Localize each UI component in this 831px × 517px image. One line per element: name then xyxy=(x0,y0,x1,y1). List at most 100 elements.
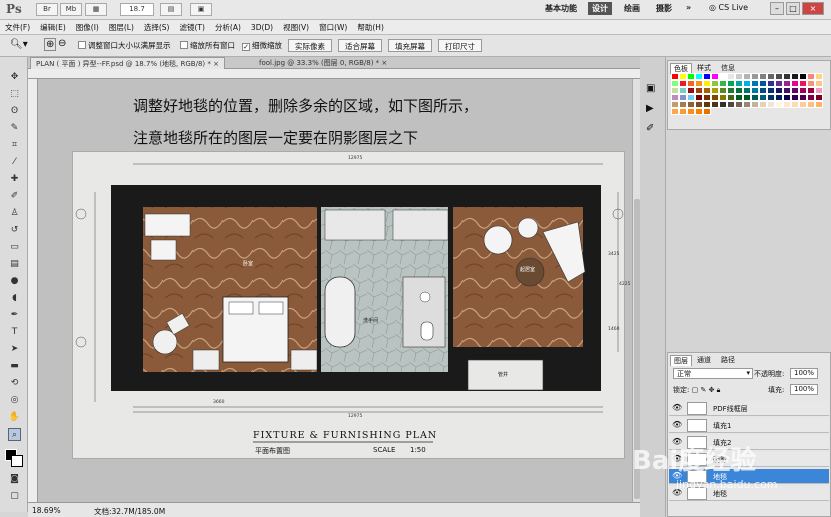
color-swatch[interactable] xyxy=(703,73,711,80)
color-swatch[interactable] xyxy=(783,87,791,94)
move-tool-icon[interactable]: ✥ xyxy=(8,71,21,84)
cs-live-button[interactable]: ◎ CS Live xyxy=(709,3,748,12)
color-swatch[interactable] xyxy=(799,73,807,80)
more-workspaces-icon[interactable]: » xyxy=(686,3,691,12)
color-swatch[interactable] xyxy=(791,73,799,80)
color-swatch[interactable] xyxy=(743,87,751,94)
view-extras-button[interactable]: ▦ xyxy=(85,3,107,16)
eraser-tool-icon[interactable]: ▭ xyxy=(8,241,21,254)
blend-mode-select[interactable]: 正常 ▾ xyxy=(673,368,753,379)
color-swatch[interactable] xyxy=(767,73,775,80)
color-swatch[interactable] xyxy=(783,80,791,87)
color-swatch[interactable] xyxy=(703,108,711,115)
color-swatch[interactable] xyxy=(679,94,687,101)
menu-help[interactable]: 帮助(H) xyxy=(352,20,389,33)
color-swatch[interactable] xyxy=(679,80,687,87)
color-swatch[interactable] xyxy=(695,73,703,80)
color-swatch[interactable] xyxy=(727,94,735,101)
color-swatch[interactable] xyxy=(783,94,791,101)
actual-pixels-button[interactable]: 实际像素 xyxy=(288,39,332,52)
color-swatch[interactable] xyxy=(767,80,775,87)
menu-image[interactable]: 图像(I) xyxy=(71,20,104,33)
color-swatch[interactable] xyxy=(727,73,735,80)
color-swatch[interactable] xyxy=(687,101,695,108)
menu-filter[interactable]: 滤镜(T) xyxy=(175,20,210,33)
color-swatch[interactable] xyxy=(679,87,687,94)
color-swatch[interactable] xyxy=(719,87,727,94)
workspace-painting[interactable]: 绘画 xyxy=(624,3,640,14)
color-swatch[interactable] xyxy=(735,73,743,80)
color-swatch[interactable] xyxy=(815,101,823,108)
print-size-button[interactable]: 打印尺寸 xyxy=(438,39,482,52)
hand-tool-icon[interactable]: ✋ xyxy=(8,411,21,424)
history-panel-icon[interactable]: ▣ xyxy=(646,83,655,94)
color-swatch[interactable] xyxy=(687,80,695,87)
layer-row[interactable]: 👁︎ 填充1 xyxy=(669,418,829,433)
color-swatch[interactable] xyxy=(735,101,743,108)
color-swatch[interactable] xyxy=(791,80,799,87)
color-swatch[interactable] xyxy=(767,101,775,108)
close-tab-icon[interactable]: × xyxy=(213,60,219,68)
menu-analysis[interactable]: 分析(A) xyxy=(210,20,246,33)
screen-mode-button[interactable]: ▣ xyxy=(190,3,212,16)
color-swatch[interactable] xyxy=(703,80,711,87)
color-swatch[interactable] xyxy=(799,87,807,94)
color-swatch[interactable] xyxy=(671,73,679,80)
color-swatch[interactable] xyxy=(743,73,751,80)
color-swatch[interactable] xyxy=(695,108,703,115)
color-swatch[interactable] xyxy=(695,101,703,108)
color-swatch[interactable] xyxy=(759,94,767,101)
blur-tool-icon[interactable]: ● xyxy=(8,275,21,288)
dodge-tool-icon[interactable]: ◖ xyxy=(8,292,21,305)
fill-input[interactable]: 100% xyxy=(790,384,818,395)
color-swatch[interactable] xyxy=(807,101,815,108)
minibridge-button[interactable]: Mb xyxy=(60,3,82,16)
tab-info[interactable]: 信息 xyxy=(718,63,738,73)
actions-panel-icon[interactable]: ▶ xyxy=(646,103,654,114)
quick-select-tool-icon[interactable]: ✎ xyxy=(8,122,21,135)
maximize-icon[interactable]: □ xyxy=(786,2,800,15)
color-swatch[interactable] xyxy=(759,73,767,80)
path-select-tool-icon[interactable]: ➤ xyxy=(8,343,21,356)
workspace-photography[interactable]: 摄影 xyxy=(656,3,672,14)
color-swatch[interactable] xyxy=(719,94,727,101)
color-swatch[interactable] xyxy=(807,73,815,80)
background-color-swatch[interactable] xyxy=(11,455,23,467)
color-swatch[interactable] xyxy=(751,94,759,101)
color-swatch[interactable] xyxy=(743,80,751,87)
color-swatch[interactable] xyxy=(767,94,775,101)
color-swatch[interactable] xyxy=(719,80,727,87)
color-swatch[interactable] xyxy=(751,73,759,80)
color-swatch[interactable] xyxy=(759,87,767,94)
3d-rotate-tool-icon[interactable]: ⟲ xyxy=(8,377,21,390)
color-swatch[interactable] xyxy=(783,101,791,108)
shape-tool-icon[interactable]: ▬ xyxy=(8,360,21,373)
color-swatch[interactable] xyxy=(703,87,711,94)
color-swatch[interactable] xyxy=(783,73,791,80)
color-swatch[interactable] xyxy=(799,101,807,108)
gradient-tool-icon[interactable]: ▤ xyxy=(8,258,21,271)
color-swatch[interactable] xyxy=(815,94,823,101)
zoom-out-icon[interactable]: ⊖ xyxy=(58,38,66,49)
color-swatch[interactable] xyxy=(679,108,687,115)
color-swatch[interactable] xyxy=(807,80,815,87)
color-swatch[interactable] xyxy=(775,101,783,108)
color-swatch[interactable] xyxy=(815,87,823,94)
color-swatch[interactable] xyxy=(759,80,767,87)
color-swatch[interactable] xyxy=(671,87,679,94)
menu-3d[interactable]: 3D(D) xyxy=(246,21,278,32)
color-swatch[interactable] xyxy=(807,87,815,94)
color-swatch[interactable] xyxy=(759,101,767,108)
brush-tool-icon[interactable]: ✐ xyxy=(8,190,21,203)
color-swatch[interactable] xyxy=(711,101,719,108)
color-swatch[interactable] xyxy=(743,94,751,101)
eyedropper-tool-icon[interactable]: ⁄ xyxy=(8,156,21,169)
eye-icon[interactable]: 👁︎ xyxy=(672,420,682,430)
color-swatch[interactable] xyxy=(751,80,759,87)
color-swatch[interactable] xyxy=(799,80,807,87)
color-swatch[interactable] xyxy=(671,94,679,101)
menu-edit[interactable]: 编辑(E) xyxy=(35,20,71,33)
color-swatch[interactable] xyxy=(671,108,679,115)
color-swatch[interactable] xyxy=(727,101,735,108)
color-swatch[interactable] xyxy=(687,94,695,101)
